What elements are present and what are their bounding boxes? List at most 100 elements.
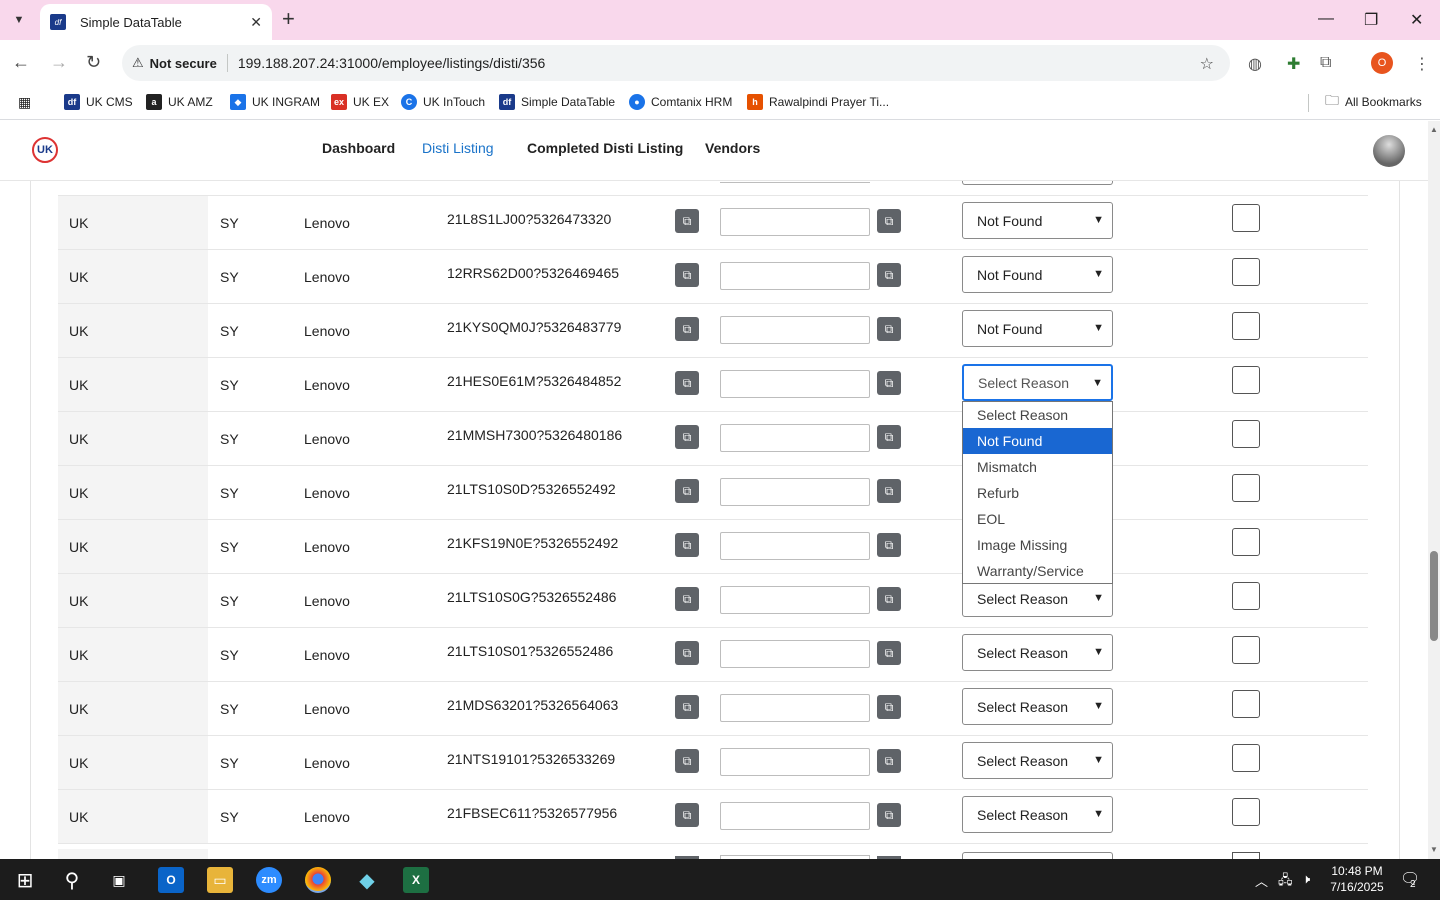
- apps-grid-icon[interactable]: ▦: [18, 92, 31, 112]
- translate-icon[interactable]: ◍: [1248, 54, 1262, 74]
- app-diamond-icon[interactable]: ◆: [354, 867, 380, 893]
- bookmark-comtanix-hrm[interactable]: ● Comtanix HRM: [629, 92, 732, 112]
- row-checkbox[interactable]: [1232, 366, 1260, 394]
- row-checkbox[interactable]: [1232, 258, 1260, 286]
- copy-sku-icon[interactable]: ⧉: [675, 425, 699, 449]
- copy-sku-icon[interactable]: ⧉: [675, 263, 699, 287]
- bookmark-uk-cms[interactable]: df UK CMS: [64, 92, 133, 112]
- tab-search-chevron-icon[interactable]: ▼: [6, 7, 32, 33]
- chrome-icon[interactable]: [305, 867, 331, 893]
- reason-select[interactable]: Select Reason ▼: [962, 634, 1113, 671]
- close-window-icon[interactable]: ✕: [1410, 10, 1423, 30]
- option-mismatch[interactable]: Mismatch: [963, 454, 1112, 480]
- copy-sku-icon[interactable]: ⧉: [675, 533, 699, 557]
- outlook-icon[interactable]: O: [158, 867, 184, 893]
- row-checkbox[interactable]: [1232, 690, 1260, 718]
- nav-vendors[interactable]: Vendors: [705, 140, 760, 156]
- copy-value-icon[interactable]: ⧉: [877, 533, 901, 557]
- option-image-missing[interactable]: Image Missing: [963, 532, 1112, 558]
- nav-disti-listing[interactable]: Disti Listing: [422, 140, 494, 156]
- option-eol[interactable]: EOL: [963, 506, 1112, 532]
- copy-value-icon[interactable]: ⧉: [877, 479, 901, 503]
- all-bookmarks[interactable]: 🗀 All Bookmarks: [1325, 92, 1422, 112]
- copy-value-icon[interactable]: ⧉: [877, 263, 901, 287]
- bookmark-uk-ingram[interactable]: ◆ UK INGRAM: [230, 92, 320, 112]
- search-icon[interactable]: ⚲: [59, 867, 85, 893]
- option-not-found[interactable]: Not Found: [963, 428, 1112, 454]
- row-checkbox[interactable]: [1232, 204, 1260, 232]
- copy-sku-icon[interactable]: ⧉: [675, 803, 699, 827]
- copy-sku-icon[interactable]: ⧉: [675, 371, 699, 395]
- task-view-icon[interactable]: ▣: [106, 867, 132, 893]
- row-checkbox[interactable]: [1232, 420, 1260, 448]
- option-refurb[interactable]: Refurb: [963, 480, 1112, 506]
- copy-value-icon[interactable]: ⧉: [877, 587, 901, 611]
- reason-select[interactable]: Select Reason ▼: [962, 688, 1113, 725]
- reason-select[interactable]: Select Reason ▼: [962, 796, 1113, 833]
- excel-icon[interactable]: X: [403, 867, 429, 893]
- windows-start-icon[interactable]: ⊞: [12, 867, 38, 893]
- value-input[interactable]: [720, 208, 870, 236]
- bookmark-simple-datatable[interactable]: df Simple DataTable: [499, 92, 615, 112]
- forward-icon[interactable]: →: [50, 52, 68, 73]
- copy-value-icon[interactable]: ⧉: [877, 695, 901, 719]
- row-checkbox[interactable]: [1232, 528, 1260, 556]
- value-input[interactable]: [720, 748, 870, 776]
- tab-close-icon[interactable]: ✕: [250, 14, 262, 31]
- copy-value-icon[interactable]: ⧉: [877, 803, 901, 827]
- value-input[interactable]: [720, 262, 870, 290]
- volume-muted-icon[interactable]: 🕨: [1302, 871, 1310, 887]
- bookmark-uk-intouch[interactable]: C UK InTouch: [401, 92, 485, 112]
- value-input[interactable]: [720, 694, 870, 722]
- bookmark-uk-ex[interactable]: ex UK EX: [331, 92, 389, 112]
- maximize-icon[interactable]: ❐: [1364, 10, 1378, 30]
- row-checkbox[interactable]: [1232, 798, 1260, 826]
- reason-select[interactable]: Select Reason ▼: [962, 580, 1113, 617]
- value-input[interactable]: [720, 370, 870, 398]
- row-checkbox[interactable]: [1232, 474, 1260, 502]
- nav-dashboard[interactable]: Dashboard: [322, 140, 395, 156]
- copy-value-icon[interactable]: ⧉: [877, 425, 901, 449]
- copy-sku-icon[interactable]: ⧉: [675, 209, 699, 233]
- menu-dots-icon[interactable]: ⋮: [1414, 54, 1430, 74]
- back-icon[interactable]: ←: [12, 52, 30, 73]
- scrollbar-thumb[interactable]: [1430, 551, 1438, 641]
- row-checkbox[interactable]: [1232, 636, 1260, 664]
- bookmark-star-icon[interactable]: ☆: [1200, 54, 1214, 74]
- copy-value-icon[interactable]: ⧉: [877, 749, 901, 773]
- reason-select-open[interactable]: Select Reason ▼: [962, 364, 1113, 401]
- option-select-reason[interactable]: Select Reason: [963, 402, 1112, 428]
- copy-sku-icon[interactable]: ⧉: [675, 695, 699, 719]
- reload-icon[interactable]: ↻: [86, 52, 101, 73]
- minimize-icon[interactable]: —: [1318, 10, 1334, 28]
- scroll-up-icon[interactable]: ▲: [1430, 125, 1438, 134]
- new-tab-icon[interactable]: +: [282, 8, 295, 30]
- value-input[interactable]: [720, 640, 870, 668]
- value-input[interactable]: [720, 586, 870, 614]
- row-checkbox[interactable]: [1232, 582, 1260, 610]
- reason-select[interactable]: Not Found ▼: [962, 310, 1113, 347]
- bookmark-uk-amz[interactable]: a UK AMZ: [146, 92, 213, 112]
- not-secure-label[interactable]: Not secure: [150, 56, 217, 71]
- uk-logo[interactable]: UK: [32, 137, 58, 163]
- bookmark-rawalpindi-prayer[interactable]: h Rawalpindi Prayer Ti...: [747, 92, 889, 112]
- file-explorer-icon[interactable]: ▭: [207, 867, 233, 893]
- row-checkbox[interactable]: [1232, 744, 1260, 772]
- extension-plus-icon[interactable]: ✚: [1287, 54, 1300, 74]
- user-avatar[interactable]: [1373, 135, 1405, 167]
- reason-select[interactable]: Not Found ▼: [962, 256, 1113, 293]
- copy-value-icon[interactable]: ⧉: [877, 317, 901, 341]
- copy-sku-icon[interactable]: ⧉: [675, 479, 699, 503]
- value-input[interactable]: [720, 532, 870, 560]
- value-input[interactable]: [720, 424, 870, 452]
- browser-tab[interactable]: df Simple DataTable ✕: [40, 4, 272, 40]
- extensions-puzzle-icon[interactable]: ⧉: [1320, 54, 1331, 72]
- zoom-icon[interactable]: zm: [256, 867, 282, 893]
- copy-sku-icon[interactable]: ⧉: [675, 317, 699, 341]
- page-scrollbar[interactable]: ▲ ▼: [1428, 121, 1440, 859]
- copy-sku-icon[interactable]: ⧉: [675, 749, 699, 773]
- profile-avatar[interactable]: O: [1371, 52, 1393, 74]
- value-input[interactable]: [720, 802, 870, 830]
- copy-sku-icon[interactable]: ⧉: [675, 641, 699, 665]
- row-checkbox[interactable]: [1232, 312, 1260, 340]
